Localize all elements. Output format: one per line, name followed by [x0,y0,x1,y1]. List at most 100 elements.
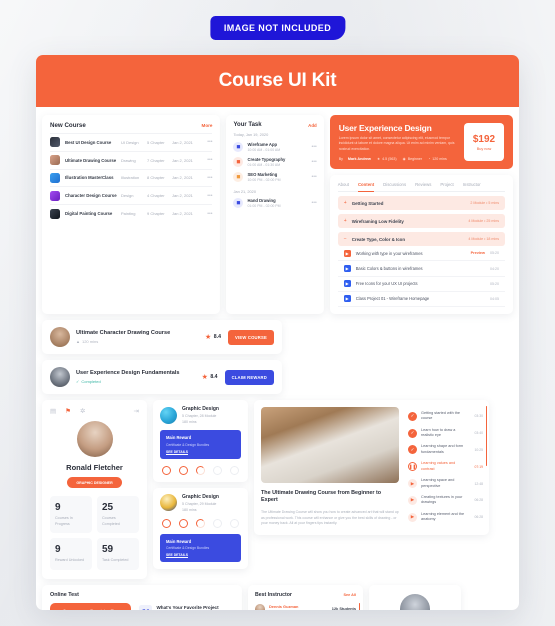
new-course-more-link[interactable]: More [202,123,213,128]
tab-reviews[interactable]: Reviews [415,182,431,187]
profile-name: Ronald Fletcher [66,463,123,473]
task-menu-icon[interactable]: ••• [311,174,316,180]
table-row[interactable]: Digital Painting Course Painting 9 Chapter… [50,204,213,222]
check-icon[interactable]: ✓ [408,411,417,421]
expand-icon[interactable]: + [344,200,348,206]
graphic-design-card[interactable]: Graphic Design 5 Chapter, 28 Module 180 mi… [153,400,248,482]
reward-title: Main Reward [166,435,192,441]
calendar-icon[interactable]: ▤ [50,407,56,415]
progress-dot[interactable] [196,465,205,475]
ux-sections: + Getting Started 2 Module • 5 mins + Wirefr… [337,196,505,247]
course-action-button[interactable]: CLAIM REWARD [224,369,274,385]
list-item[interactable]: ◼ SEO Marketing 10:00 PM - 02:00 PM ••• [233,169,317,184]
progress-dot[interactable] [196,518,205,528]
play-icon[interactable]: ▶ [408,512,417,522]
reward-banner[interactable]: Main Reward Certificate & Design Bundles S… [160,430,241,459]
tab-instructor[interactable]: Instructor [463,182,481,187]
table-row[interactable]: Best UI Design Course UI Design 5 Chapter J… [50,133,213,151]
row-menu-icon[interactable]: ••• [207,211,212,217]
ux-banner-description: Lorem ipsum dolor sit amet, consectetur … [338,136,455,151]
play-box-icon[interactable]: ▶ [343,280,351,288]
row-menu-icon[interactable]: ••• [207,157,212,163]
list-item[interactable]: ◼ Create Typography 01:00 AM - 01:30 AM ••• [233,154,317,169]
playlist-item[interactable]: ▶ Learning element and the anatomy 06:28 [408,509,483,526]
instructor-scrollbar[interactable] [358,602,360,610]
preview-label[interactable]: Preview [471,251,485,255]
ux-duration: ◔ 120 mins [428,157,447,162]
pause-icon[interactable]: ❚❚ [408,462,417,472]
playlist-item[interactable]: ❚❚ Learning values and contrast 07:19 [408,458,483,475]
flag-icon[interactable]: ⚑ [65,407,71,415]
logout-icon[interactable]: ⇥ [134,407,139,415]
row-menu-icon[interactable]: ••• [207,193,212,199]
play-icon[interactable]: ▶ [408,479,417,489]
course-action-button[interactable]: VIEW COURSE [228,329,274,345]
your-task-add-button[interactable]: Add [308,123,317,128]
play-box-icon[interactable]: ▶ [343,249,351,257]
task-menu-icon[interactable]: ••• [311,159,316,165]
progress-course-card[interactable]: Ultimate Character Drawing Course ▲ 120 mi… [42,320,282,355]
gear-icon[interactable]: ✲ [80,407,85,415]
list-item[interactable]: ◼ Hand Drawing 01:00 PM - 02:00 PM ••• [233,196,317,211]
tab-about[interactable]: About [338,182,349,187]
fire-icon: ▲ [76,338,80,344]
lesson-row[interactable]: ▶ Working with type in your wireframes Pre… [337,246,505,262]
reward-details-link[interactable]: SEE DETAILS [166,553,235,557]
see-all-link[interactable]: See All [343,593,356,597]
graphic-design-card[interactable]: Graphic Design 5 Chapter, 29 Module 180 mi… [153,487,248,570]
reward-banner[interactable]: Main Reward Certificate & Design Bundles S… [160,533,241,563]
course-status: ✓ Completed [76,379,180,384]
play-icon[interactable]: ▶ [408,495,417,505]
accordion-section[interactable]: + Wireframing Low Fidelity 4 Module • 25 m… [337,214,505,229]
play-box-icon[interactable]: ▶ [343,295,351,303]
ux-buy-button[interactable]: Buy now [477,147,492,151]
progress-dot[interactable] [179,518,188,528]
video-main: The Ultimate Drawing Course from Beginne… [254,400,406,535]
list-item[interactable]: ◼ Wireframe App 10:00 AM - 01:00 AM ••• [233,139,317,154]
play-box-icon[interactable]: ▶ [343,265,351,273]
playlist-item[interactable]: ✓ Learn how to draw a realistic eye 03:40 [408,425,483,442]
instructor-students: 12k Students [331,606,356,610]
progress-dot[interactable] [162,465,171,475]
accordion-section[interactable]: + Getting Started 2 Module • 5 mins [337,196,505,211]
accordion-section[interactable]: − Create Type, Color & Icon 4 Module • 18 … [337,232,505,247]
lesson-row[interactable]: ▶ Class Project 01 - Wireframe Homepage 04… [337,292,505,308]
table-row[interactable]: Illustration MasterClass Illustration 8 Ch… [50,168,213,187]
playlist-item[interactable]: ✓ Getting started with the course 03:30 [408,408,483,425]
table-row[interactable]: Ultimate Drawing Course Drawing 7 Chapter J… [50,150,213,169]
ux-price-box[interactable]: $192 Buy now [464,123,504,162]
expand-icon[interactable]: − [344,236,348,242]
instructor-list: Dennis Guzman5 Design Courses 12k Student… [255,601,356,610]
ux-content-card: About Content Discussions Reviews Project Ins… [329,175,513,315]
lesson-row[interactable]: ▶ Basic Colors & buttons in wireframes 04:… [337,261,505,277]
playlist-item[interactable]: ✓ Learning shape and form fundamentals 10:… [408,442,483,459]
lesson-row[interactable]: ▶ Free Icons for your UX UI projects 05:20 [337,277,505,292]
row-menu-icon[interactable]: ••• [207,175,212,181]
progress-dot[interactable] [230,518,239,528]
seo-icon: ◼ [233,171,244,182]
stat-tile: 25 Courses Completed [97,496,139,534]
tab-project[interactable]: Project [440,182,453,187]
row-menu-icon[interactable]: ••• [207,139,212,145]
progress-course-card[interactable]: User Experience Design Fundamentals ✓ Comp… [42,360,282,395]
table-row[interactable]: Character Design Course Design 4 Chapter Ja… [50,186,213,204]
playlist-item[interactable]: ▶ Creating textures in your drawings 06:28 [408,492,483,509]
ux-tabs: About Content Discussions Reviews Project Ins… [337,182,505,193]
playlist-item[interactable]: ▶ Learning space and perspective 12:48 [408,475,483,492]
task-menu-icon[interactable]: ••• [311,200,316,206]
reward-details-link[interactable]: SEE DETAILS [166,450,235,454]
playlist-scrollbar[interactable] [485,406,487,467]
progress-dot[interactable] [213,518,222,528]
check-icon[interactable]: ✓ [408,428,417,438]
progress-dot[interactable] [179,465,188,475]
video-thumbnail[interactable] [261,407,399,484]
list-item[interactable]: Dennis Guzman5 Design Courses 12k Student… [255,601,356,610]
check-icon[interactable]: ✓ [408,445,417,455]
progress-dot[interactable] [213,465,222,475]
tab-content[interactable]: Content [357,182,375,192]
task-menu-icon[interactable]: ••• [311,144,316,150]
progress-dot[interactable] [162,518,171,528]
progress-dot[interactable] [230,465,239,475]
expand-icon[interactable]: + [344,218,348,224]
tab-discussions[interactable]: Discussions [383,182,406,187]
